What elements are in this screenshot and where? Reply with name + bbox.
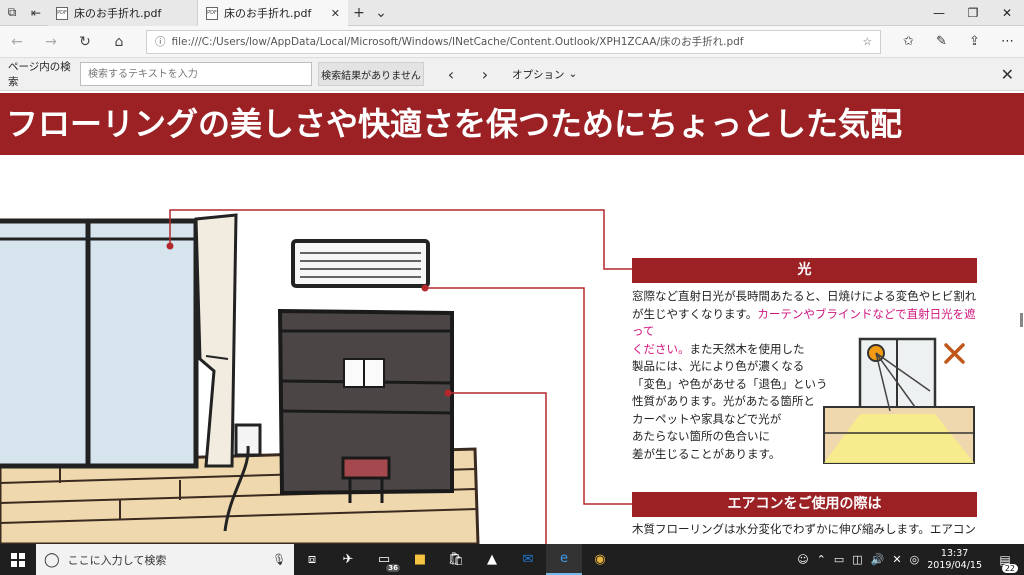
people-icon[interactable]: ☺ bbox=[797, 553, 808, 566]
text-line: 性質があります。光があたる箇所と bbox=[632, 394, 815, 408]
battery-icon[interactable]: ▭ bbox=[834, 553, 844, 566]
text-line: カーペットや家具などで光が bbox=[632, 411, 782, 426]
tab-preview-icon[interactable]: ⧉ bbox=[0, 0, 24, 25]
find-options-label: オプション bbox=[512, 68, 565, 81]
address-bar: ← → ↻ ⌂ ⓘ file:///C:/Users/low/AppData/L… bbox=[0, 26, 1024, 58]
store-icon[interactable]: 🛍 bbox=[438, 544, 474, 575]
tab-close-icon[interactable]: ✕ bbox=[331, 7, 340, 20]
app-icon-badged[interactable]: ▭ 36 bbox=[366, 544, 402, 575]
section-body-aircon: 木質フローリングは水分変化でわずかに伸び縮みします。エアコン bbox=[632, 521, 982, 539]
microphone-icon[interactable]: 🎙 bbox=[272, 553, 286, 566]
close-status-icon[interactable]: ✕ bbox=[892, 553, 901, 566]
back-icon[interactable]: ← bbox=[0, 34, 34, 50]
file-explorer-icon[interactable]: ■ bbox=[402, 544, 438, 575]
refresh-icon[interactable]: ↻ bbox=[68, 34, 102, 50]
forward-icon[interactable]: → bbox=[34, 34, 68, 50]
taskbar: ◯ ここに入力して検索 🎙 ⧈ ✈ ▭ 36 ■ 🛍 ▲ ✉ e ◉ ☺ ⌃ ▭ … bbox=[0, 544, 1024, 575]
volume-icon[interactable]: 🔊 bbox=[871, 553, 885, 566]
tab-title: 床のお手折れ.pdf bbox=[74, 7, 162, 20]
find-input[interactable] bbox=[80, 62, 312, 86]
callout-dot bbox=[444, 389, 452, 397]
piano-illustration bbox=[277, 308, 454, 503]
text-line: 製品には、光により色が濃くなる bbox=[632, 359, 805, 373]
clock[interactable]: 13:37 2019/04/15 bbox=[927, 548, 982, 572]
text-line: が生じやすくなります。カーテンやブラインドなどで直射日光を遮って bbox=[632, 306, 982, 341]
task-view-icon[interactable]: ⧈ bbox=[294, 544, 330, 575]
system-tray: ☺ ⌃ ▭ ◫ 🔊 ✕ ◎ 13:37 2019/04/15 ▤ 22 bbox=[797, 548, 1024, 573]
set-aside-tabs-icon[interactable]: ⇤ bbox=[24, 0, 48, 25]
search-placeholder: ここに入力して検索 bbox=[67, 553, 167, 567]
pen-icon[interactable]: ✎ bbox=[925, 34, 958, 49]
text-line: 「変色」や色があせる「退色」という bbox=[632, 376, 828, 391]
new-tab-icon[interactable]: + bbox=[348, 0, 370, 25]
more-icon[interactable]: ⋯ bbox=[991, 34, 1024, 49]
highlight-text: ください。 bbox=[632, 341, 690, 356]
home-icon[interactable]: ⌂ bbox=[102, 34, 136, 50]
app-tray-icon[interactable]: ◎ bbox=[910, 553, 920, 566]
text-span: が生じやすくなります。 bbox=[632, 306, 758, 321]
app-badge: 36 bbox=[386, 564, 400, 572]
callout-dot bbox=[421, 284, 429, 292]
text-line: 木質フローリングは水分変化でわずかに伸び縮みします。エアコン bbox=[632, 522, 976, 536]
find-previous-icon[interactable]: ‹ bbox=[434, 65, 468, 84]
chevron-down-icon: ⌄ bbox=[568, 68, 578, 80]
text-line: 差が生じることがあります。 bbox=[632, 446, 781, 461]
tab-pdf-2[interactable]: PDF 床のお手折れ.pdf ✕ bbox=[198, 0, 348, 26]
find-bar: ページ内の検索 検索結果がありません ‹ › オプション ⌄ ✕ bbox=[0, 58, 1024, 91]
share-icon[interactable]: ⇪ bbox=[958, 34, 991, 49]
window-illustration bbox=[0, 213, 238, 469]
find-next-icon[interactable]: › bbox=[468, 65, 502, 84]
find-result-status: 検索結果がありません bbox=[318, 62, 424, 86]
section-heading-light: 光 bbox=[632, 258, 977, 283]
photos-icon[interactable]: ▲ bbox=[474, 544, 510, 575]
app-icon[interactable]: ✈ bbox=[330, 544, 366, 575]
tab-strip: ⧉ ⇤ PDF 床のお手折れ.pdf PDF 床のお手折れ.pdf ✕ + ⌄ … bbox=[0, 0, 1024, 26]
find-close-icon[interactable]: ✕ bbox=[1001, 65, 1014, 84]
action-center-icon[interactable]: ▤ 22 bbox=[990, 553, 1020, 573]
outlook-icon[interactable]: ✉ bbox=[510, 544, 546, 575]
tab-pdf-1[interactable]: PDF 床のお手折れ.pdf bbox=[48, 0, 198, 26]
taskbar-search-box[interactable]: ◯ ここに入力して検索 🎙 bbox=[36, 544, 294, 575]
pdf-file-icon: PDF bbox=[56, 6, 68, 20]
info-icon[interactable]: ⓘ bbox=[155, 34, 166, 49]
screen: ⧉ ⇤ PDF 床のお手折れ.pdf PDF 床のお手折れ.pdf ✕ + ⌄ … bbox=[0, 0, 1024, 575]
notification-count: 22 bbox=[1001, 563, 1018, 573]
section-heading-aircon: エアコンをご使用の際は bbox=[632, 492, 977, 517]
pdf-viewer[interactable]: フローリングの美しさや快適さを保つためにちょっとした気配 光 窓際など直射日光が… bbox=[0, 91, 1024, 544]
close-window-icon[interactable]: ✕ bbox=[990, 0, 1024, 25]
text-line: あたらない箇所の色合いに bbox=[632, 429, 770, 443]
clock-time: 13:37 bbox=[940, 547, 969, 559]
scrollbar-thumb[interactable] bbox=[1020, 313, 1023, 327]
clock-date: 2019/04/15 bbox=[927, 559, 982, 571]
url-text: file:///C:/Users/low/AppData/Local/Micro… bbox=[171, 36, 744, 48]
cortana-circle-icon: ◯ bbox=[44, 551, 60, 568]
restore-icon[interactable]: ❐ bbox=[956, 0, 990, 25]
air-conditioner-illustration bbox=[291, 239, 430, 288]
text-span: また天然木を使用した bbox=[689, 341, 805, 356]
favorite-star-icon[interactable]: ☆ bbox=[863, 36, 872, 48]
edge-icon[interactable]: e bbox=[546, 544, 582, 575]
url-field[interactable]: ⓘ file:///C:/Users/low/AppData/Local/Mic… bbox=[146, 29, 881, 54]
find-label: ページ内の検索 bbox=[8, 61, 71, 88]
pdf-file-icon: PDF bbox=[206, 6, 218, 20]
section-body-light: 窓際など直射日光が長時間あたると、日焼けによる変色やヒビ割れ が生じやすくなりま… bbox=[632, 288, 982, 463]
tab-title: 床のお手折れ.pdf bbox=[224, 7, 312, 20]
text-line: 窓際など直射日光が長時間あたると、日焼けによる変色やヒビ割れ bbox=[632, 289, 977, 303]
chevron-down-icon[interactable]: ⌄ bbox=[370, 0, 392, 25]
minimize-icon[interactable]: — bbox=[922, 0, 956, 25]
callout-dot bbox=[166, 242, 174, 250]
text-line: ください。また天然木を使用した bbox=[632, 341, 982, 359]
chevron-up-icon[interactable]: ⌃ bbox=[817, 553, 826, 566]
favorites-hub-icon[interactable]: ✩ bbox=[892, 34, 925, 49]
chrome-icon[interactable]: ◉ bbox=[582, 544, 618, 575]
find-options-button[interactable]: オプション ⌄ bbox=[512, 67, 577, 82]
windows-start-icon[interactable] bbox=[0, 552, 36, 567]
network-icon[interactable]: ◫ bbox=[852, 553, 862, 566]
